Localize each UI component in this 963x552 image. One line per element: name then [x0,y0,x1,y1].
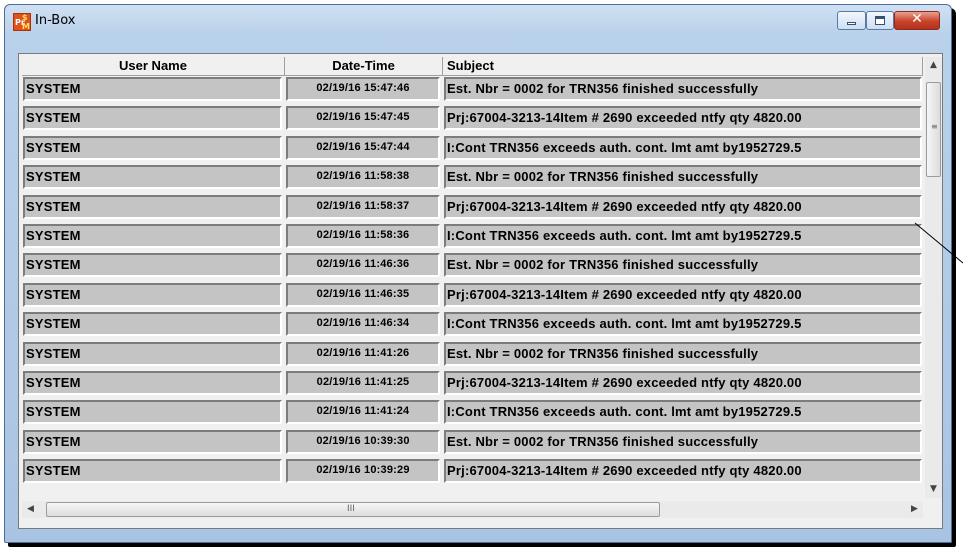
annotation-callout-line [914,222,963,264]
